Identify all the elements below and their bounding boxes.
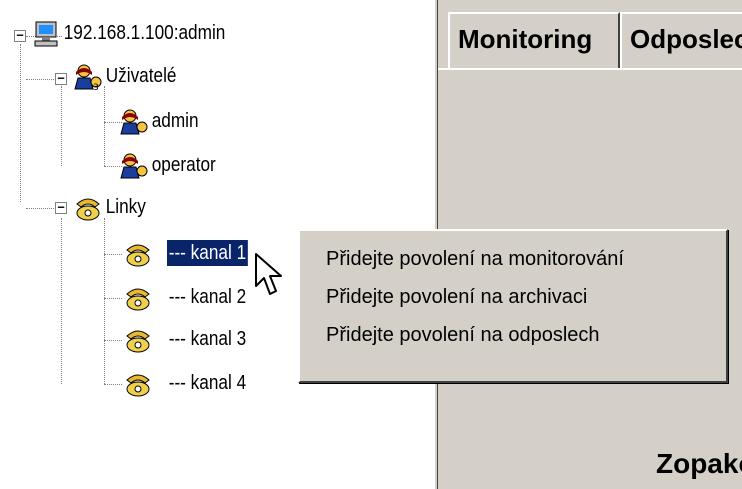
tree-node-user-label[interactable]: operator bbox=[150, 152, 218, 178]
tree-connector bbox=[104, 298, 122, 299]
context-menu: Přidejte povolení na monitorování Přidej… bbox=[298, 229, 728, 383]
bottom-button-text[interactable]: Zopakovat bbox=[656, 446, 742, 482]
tree-node-users-label[interactable]: Uživatelé bbox=[104, 63, 178, 89]
tree-connector bbox=[61, 218, 62, 384]
tree-connector bbox=[104, 254, 122, 255]
phone-icon bbox=[126, 244, 150, 267]
computer-icon bbox=[34, 21, 58, 47]
expand-toggle-root[interactable]: − bbox=[14, 29, 26, 42]
tab-odposlech[interactable]: Odposlech bbox=[620, 12, 742, 68]
tree-connector bbox=[104, 384, 122, 385]
phone-icon bbox=[126, 288, 150, 311]
tab-monitoring[interactable]: Monitoring bbox=[448, 12, 620, 68]
tree-node-lines-label[interactable]: Linky bbox=[104, 194, 148, 220]
menu-item-add-archiving-permission[interactable]: Přidejte povolení na archivaci bbox=[300, 278, 726, 316]
phone-icon bbox=[126, 374, 150, 397]
mouse-cursor-icon bbox=[255, 253, 282, 295]
tree-node-channel-label[interactable]: --- kanal 2 bbox=[167, 284, 248, 310]
expand-toggle-users[interactable]: − bbox=[55, 72, 67, 85]
phone-icon bbox=[76, 198, 100, 221]
tree-connector bbox=[61, 86, 62, 166]
tree-node-root-label[interactable]: 192.168.1.100:admin bbox=[62, 20, 227, 46]
tree-connector bbox=[104, 340, 122, 341]
tree-node-channel-label-selected[interactable]: --- kanal 1 bbox=[167, 240, 248, 266]
user-icon bbox=[120, 109, 148, 135]
phone-icon bbox=[126, 330, 150, 353]
tree-connector bbox=[104, 218, 105, 384]
tree-node-channel-label[interactable]: --- kanal 3 bbox=[167, 326, 248, 352]
tree-connector bbox=[20, 44, 21, 202]
menu-item-add-listening-permission[interactable]: Přidejte povolení na odposlech bbox=[300, 316, 726, 354]
user-icon bbox=[120, 153, 148, 179]
menu-item-add-monitoring-permission[interactable]: Přidejte povolení na monitorování bbox=[300, 240, 726, 278]
tree-node-user-label[interactable]: admin bbox=[150, 108, 200, 134]
tab-panel-edge bbox=[438, 68, 742, 70]
svg-text:3: 3 bbox=[93, 83, 99, 91]
tree-connector bbox=[104, 86, 105, 166]
users-icon: 3 bbox=[74, 64, 102, 91]
expand-toggle-lines[interactable]: − bbox=[55, 201, 67, 214]
tree-node-channel-label[interactable]: --- kanal 4 bbox=[167, 370, 248, 396]
